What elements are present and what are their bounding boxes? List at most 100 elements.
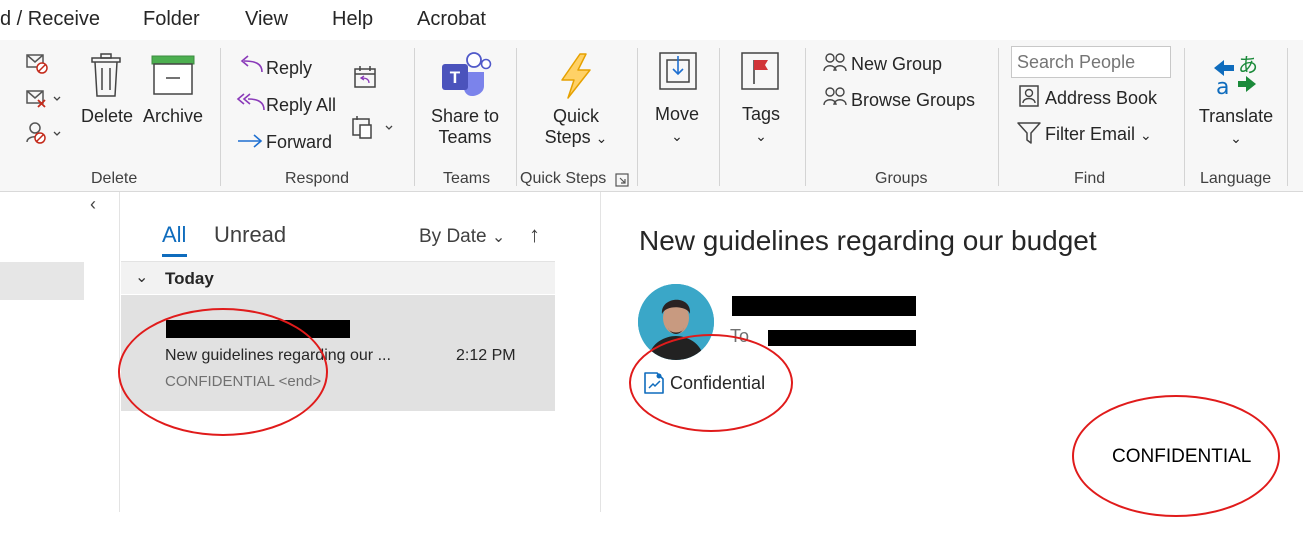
sender-photo-icon	[638, 284, 714, 360]
translate-button[interactable]: Translate ⌄	[1196, 106, 1276, 148]
clean-up-icon[interactable]	[24, 87, 64, 111]
tab-unread[interactable]: Unread	[214, 222, 286, 248]
avatar[interactable]	[638, 284, 714, 360]
search-people-input[interactable]	[1011, 46, 1171, 78]
tags-button[interactable]: Tags ⌄	[730, 104, 792, 146]
ribbon-separator	[998, 48, 999, 186]
date-group-header[interactable]: ⌄ Today	[121, 262, 555, 294]
address-book-button[interactable]: Address Book	[1045, 88, 1157, 109]
group-label-delete: Delete	[91, 170, 138, 187]
active-tab-indicator	[162, 254, 187, 257]
message-preview: CONFIDENTIAL <end>	[165, 373, 322, 390]
browse-groups-button[interactable]: Browse Groups	[851, 90, 975, 111]
trash-icon[interactable]	[88, 52, 124, 100]
reply-all-button[interactable]: Reply All	[266, 95, 336, 116]
move-label: Move	[654, 104, 699, 124]
group-label-groups: Groups	[875, 170, 928, 187]
selected-folder[interactable]	[0, 262, 84, 300]
ribbon-separator	[516, 48, 517, 186]
ignore-icon[interactable]	[24, 52, 50, 76]
browse-groups-icon	[823, 87, 847, 106]
ribbon-separator	[719, 48, 720, 186]
move-button[interactable]: Move ⌄	[646, 104, 708, 146]
ribbon-separator	[414, 48, 415, 186]
email-body-text: CONFIDENTIAL	[1112, 446, 1252, 467]
move-icon[interactable]	[657, 50, 699, 92]
archive-button[interactable]: Archive	[143, 106, 203, 127]
message-subject: New guidelines regarding our ...	[165, 347, 391, 364]
sort-direction-icon[interactable]: ↑	[529, 222, 540, 248]
dialog-launcher-icon[interactable]	[615, 173, 629, 187]
translate-icon[interactable]: あ a	[1210, 50, 1260, 100]
message-list: All Unread By Date ⌄ ↑ ⌄ Today New guide…	[121, 192, 601, 512]
reply-icon	[240, 55, 263, 73]
quick-steps-line1: Quick	[552, 106, 599, 126]
tab-all[interactable]: All	[162, 222, 186, 248]
reply-button[interactable]: Reply	[266, 58, 312, 79]
ribbon-separator	[220, 48, 221, 186]
email-subject: New guidelines regarding our budget	[639, 225, 1097, 256]
svg-text:T: T	[450, 68, 461, 87]
forward-icon	[238, 134, 263, 148]
share-to-teams-line1: Share to	[430, 106, 500, 126]
redacted-sender	[166, 320, 350, 338]
redacted-sender-name	[732, 296, 916, 316]
ribbon: Delete Archive Delete Reply Reply All Fo…	[0, 40, 1303, 192]
ribbon-separator	[1287, 48, 1288, 186]
ribbon-separator	[1184, 48, 1185, 186]
ribbon-separator	[805, 48, 806, 186]
group-label-language: Language	[1200, 170, 1272, 187]
menu-send-receive[interactable]: d / Receive	[0, 8, 100, 31]
menu-bar: d / Receive Folder View Help Acrobat	[0, 0, 1303, 40]
archive-icon[interactable]	[150, 54, 196, 96]
redacted-recipient	[768, 330, 916, 346]
quick-steps-button[interactable]: Quick Steps ⌄	[536, 106, 616, 148]
junk-icon[interactable]	[24, 120, 64, 146]
group-label-respond: Respond	[285, 170, 350, 187]
meeting-reply-icon[interactable]	[352, 64, 378, 90]
sort-label: By Date	[419, 226, 487, 247]
flag-icon[interactable]	[739, 50, 781, 92]
lightning-icon[interactable]	[556, 52, 596, 100]
share-to-teams-button[interactable]: Share to Teams	[429, 106, 501, 148]
group-label-find: Find	[1074, 170, 1106, 187]
filter-icon	[1017, 122, 1041, 144]
menu-help[interactable]: Help	[332, 8, 373, 31]
sort-by-date-button[interactable]: By Date ⌄	[419, 226, 505, 248]
teams-icon[interactable]: T	[440, 50, 492, 98]
chevron-down-icon: ⌄	[1140, 127, 1152, 143]
menu-folder[interactable]: Folder	[143, 8, 200, 31]
svg-text:a: a	[1216, 75, 1229, 100]
menu-acrobat[interactable]: Acrobat	[417, 8, 486, 31]
svg-text:あ: あ	[1238, 53, 1258, 77]
chevron-down-icon: ⌄	[671, 128, 683, 144]
group-label-teams: Teams	[443, 170, 491, 187]
filter-email-button[interactable]: Filter Email ⌄	[1045, 124, 1152, 145]
menu-view[interactable]: View	[245, 8, 288, 31]
chevron-down-icon: ⌄	[135, 269, 149, 286]
chevron-down-icon: ⌄	[595, 130, 608, 146]
new-group-icon	[823, 53, 847, 72]
group-label-quick-steps: Quick Steps	[520, 170, 607, 187]
address-book-icon	[1019, 85, 1039, 107]
delete-button[interactable]: Delete	[81, 106, 133, 127]
reading-pane: New guidelines regarding our budget To C…	[602, 192, 1303, 539]
sensitivity-label[interactable]: Confidential	[670, 373, 765, 394]
message-time: 2:12 PM	[456, 347, 516, 364]
list-item[interactable]: New guidelines regarding our ... 2:12 PM…	[121, 295, 555, 411]
translate-label: Translate	[1198, 106, 1274, 126]
ribbon-separator	[637, 48, 638, 186]
to-label: To	[730, 326, 750, 346]
reply-all-icon	[236, 93, 265, 111]
forward-button[interactable]: Forward	[266, 132, 332, 153]
sensitivity-label-icon	[644, 372, 664, 394]
share-to-teams-line2: Teams	[438, 127, 492, 147]
folder-pane: ‹	[0, 192, 120, 512]
tags-label: Tags	[741, 104, 781, 124]
chevron-down-icon: ⌄	[755, 128, 767, 144]
more-respond-icon[interactable]	[350, 114, 396, 142]
new-group-button[interactable]: New Group	[851, 54, 942, 75]
collapse-pane-icon[interactable]: ‹	[90, 194, 96, 215]
chevron-down-icon: ⌄	[491, 229, 506, 246]
filter-email-label: Filter Email	[1045, 124, 1136, 144]
